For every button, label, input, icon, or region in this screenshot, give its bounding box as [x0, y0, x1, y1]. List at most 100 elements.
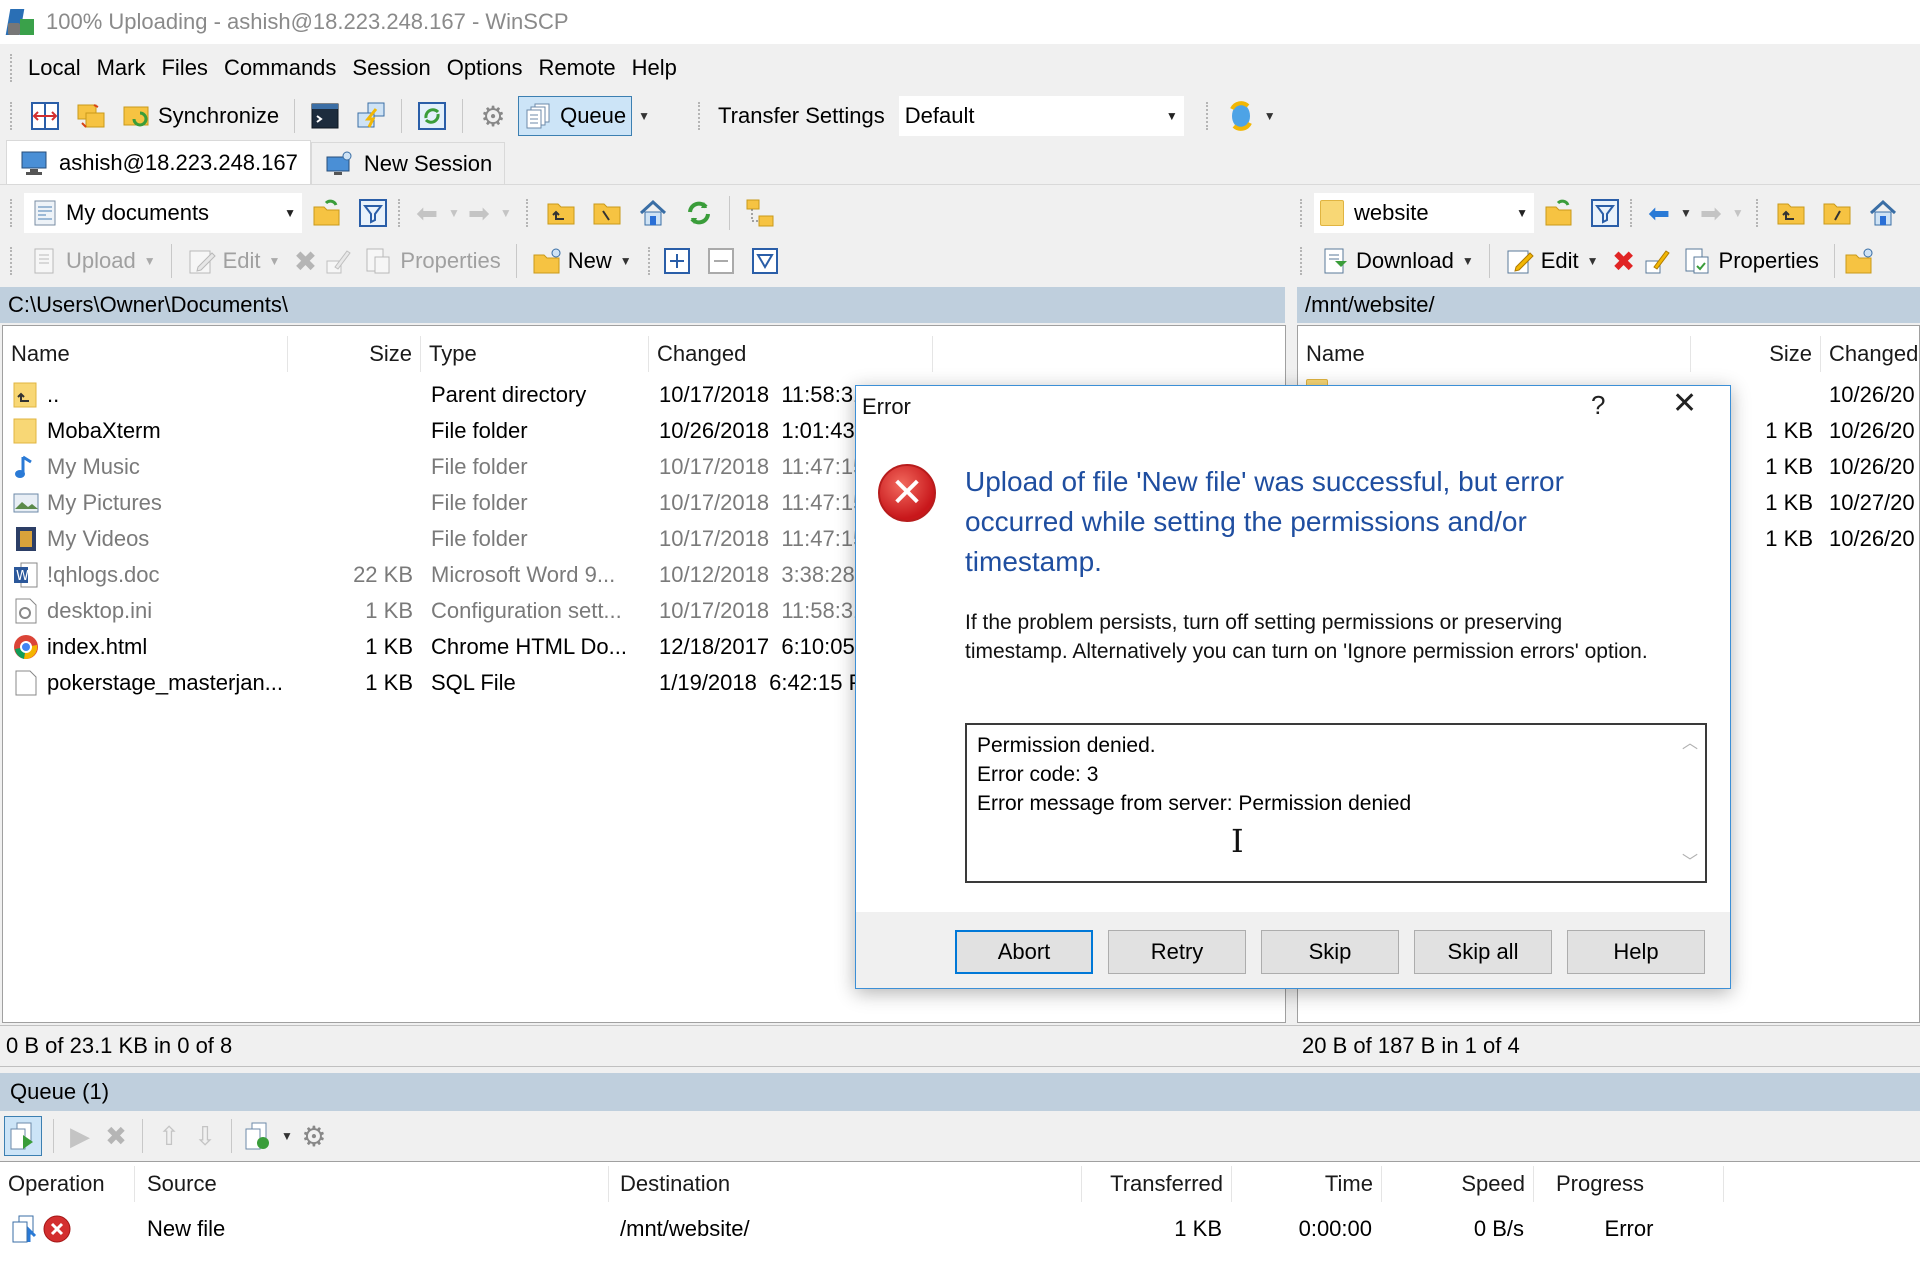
putty-button[interactable] [350, 96, 392, 136]
remote-location-select[interactable]: website ▼ [1314, 193, 1534, 233]
rename-icon[interactable] [1643, 246, 1673, 276]
tab-new-session[interactable]: New Session [310, 142, 506, 184]
delete-icon[interactable]: ✖ [1609, 246, 1639, 277]
local-parent-directory-button[interactable] [540, 193, 582, 233]
menu-files[interactable]: Files [153, 55, 215, 81]
local-open-directory-button[interactable] [306, 193, 348, 233]
sync-browsing-button[interactable] [70, 96, 112, 136]
preferences-button[interactable]: ⚙ [472, 96, 514, 136]
synchronize-button[interactable]: Synchronize [116, 96, 285, 136]
remote-properties-button[interactable]: Properties [1677, 241, 1825, 281]
local-location-select[interactable]: My documents ▼ [24, 193, 302, 233]
new-button[interactable]: New ▼ [526, 241, 638, 281]
local-refresh-button[interactable] [678, 193, 720, 233]
local-properties-button[interactable]: Properties [358, 241, 506, 281]
error-details-box[interactable]: Permission denied. Error code: 3 Error m… [965, 723, 1707, 883]
local-root-directory-button[interactable] [586, 193, 628, 233]
refresh-session-button[interactable] [411, 96, 453, 136]
queue-after-transfer-icon[interactable] [243, 1121, 273, 1151]
toolbar-grip[interactable] [1300, 247, 1304, 275]
toolbar-grip[interactable] [10, 102, 14, 130]
queue-list[interactable]: Operation Source Destination Transferred… [0, 1161, 1920, 1280]
toolbar-grip[interactable] [698, 102, 702, 130]
help-button[interactable]: Help [1567, 930, 1705, 974]
toolbar-grip[interactable] [647, 247, 652, 275]
queue-col-time[interactable]: Time [1232, 1166, 1382, 1202]
open-terminal-button[interactable] [304, 96, 346, 136]
toolbar-grip[interactable] [1755, 199, 1760, 227]
menu-help[interactable]: Help [624, 55, 685, 81]
move-up-icon[interactable]: ⇧ [154, 1121, 184, 1151]
toolbar-grip[interactable] [1205, 102, 1210, 130]
abort-button[interactable]: Abort [955, 930, 1093, 974]
scroll-down-icon[interactable]: ﹀ [1682, 848, 1698, 877]
forward-arrow-icon[interactable]: ➡ [464, 198, 494, 228]
remote-parent-directory-button[interactable] [1770, 193, 1812, 233]
local-home-button[interactable] [632, 193, 674, 233]
column-header-name[interactable]: Name [1298, 336, 1691, 372]
column-header-size[interactable]: Size [1691, 336, 1821, 372]
retry-button[interactable]: Retry [1108, 930, 1246, 974]
local-path-bar[interactable]: C:\Users\Owner\Documents\ [0, 287, 1285, 323]
toolbar-grip[interactable] [1630, 199, 1634, 227]
scroll-up-icon[interactable]: ︿ [1682, 729, 1698, 758]
remote-open-directory-button[interactable] [1538, 193, 1580, 233]
column-header-size[interactable]: Size [288, 336, 421, 372]
queue-col-progress[interactable]: Progress [1534, 1166, 1724, 1202]
details-scrollbar[interactable]: ︿ ﹀ [1679, 729, 1701, 877]
queue-col-destination[interactable]: Destination [612, 1166, 1082, 1202]
upload-button[interactable]: Upload ▼ [24, 241, 162, 281]
column-header-changed[interactable]: Changed [649, 336, 933, 372]
back-arrow-icon[interactable]: ⬅ [1644, 198, 1674, 228]
forward-arrow-icon[interactable]: ➡ [1696, 198, 1726, 228]
menu-mark[interactable]: Mark [89, 55, 154, 81]
transfer-mode-button[interactable]: ▼ [1220, 96, 1282, 136]
chevron-down-icon[interactable]: ▼ [1680, 206, 1692, 220]
queue-col-transferred[interactable]: Transferred [1082, 1166, 1232, 1202]
toolbar-grip[interactable] [398, 199, 402, 227]
remote-root-directory-button[interactable] [1816, 193, 1858, 233]
new-folder-icon[interactable] [1844, 246, 1874, 276]
tab-session[interactable]: ashish@18.223.248.167 [6, 140, 311, 184]
select-all-icon[interactable] [662, 246, 692, 276]
menu-remote[interactable]: Remote [531, 55, 624, 81]
toolbar-grip[interactable] [10, 54, 14, 82]
rename-icon[interactable] [324, 246, 354, 276]
menu-commands[interactable]: Commands [216, 55, 344, 81]
back-arrow-icon[interactable]: ⬅ [412, 198, 442, 228]
close-icon[interactable]: ✕ [1672, 386, 1697, 421]
delete-icon[interactable]: ✖ [101, 1121, 131, 1151]
chevron-down-icon[interactable]: ▼ [448, 206, 460, 220]
queue-dropdown-arrow[interactable]: ▼ [638, 109, 650, 123]
gear-icon[interactable]: ⚙ [299, 1121, 329, 1152]
queue-go-button[interactable] [4, 1116, 42, 1156]
column-header-changed[interactable]: Changed [1821, 336, 1920, 372]
help-icon[interactable]: ? [1591, 390, 1605, 421]
menu-options[interactable]: Options [439, 55, 531, 81]
remote-filter-button[interactable] [1584, 193, 1626, 233]
menu-local[interactable]: Local [20, 55, 89, 81]
local-edit-button[interactable]: Edit ▼ [181, 241, 287, 281]
column-header-type[interactable]: Type [421, 336, 649, 372]
queue-col-speed[interactable]: Speed [1382, 1166, 1534, 1202]
queue-row[interactable]: New file /mnt/website/ 1 KB 0:00:00 0 B/… [0, 1211, 1920, 1247]
skip-button[interactable]: Skip [1261, 930, 1399, 974]
move-down-icon[interactable]: ⇩ [190, 1121, 220, 1151]
download-button[interactable]: Download ▼ [1314, 241, 1480, 281]
queue-col-operation[interactable]: Operation [0, 1166, 135, 1202]
transfer-settings-select[interactable]: Default ▼ [898, 96, 1184, 136]
chevron-down-icon[interactable]: ▼ [281, 1129, 293, 1143]
unselect-all-icon[interactable] [706, 246, 736, 276]
local-filter-button[interactable] [352, 193, 394, 233]
toolbar-grip[interactable] [1300, 199, 1304, 227]
chevron-down-icon[interactable]: ▼ [500, 206, 512, 220]
play-icon[interactable]: ▶ [65, 1121, 95, 1151]
local-tree-button[interactable] [739, 193, 781, 233]
chevron-down-icon[interactable]: ▼ [1732, 206, 1744, 220]
menu-session[interactable]: Session [344, 55, 438, 81]
skip-all-button[interactable]: Skip all [1414, 930, 1552, 974]
toolbar-grip[interactable] [10, 199, 14, 227]
toolbar-grip[interactable] [525, 199, 530, 227]
remote-path-bar[interactable]: /mnt/website/ [1297, 287, 1920, 323]
remote-edit-button[interactable]: Edit ▼ [1499, 241, 1605, 281]
